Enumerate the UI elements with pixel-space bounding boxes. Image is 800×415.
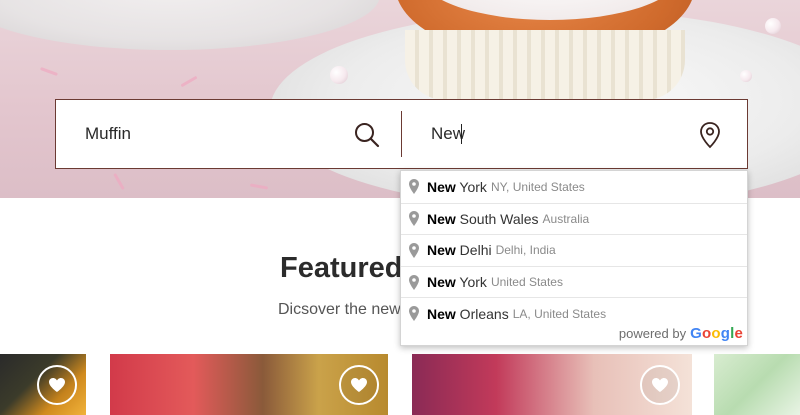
map-marker-icon (409, 242, 419, 258)
suggestion-secondary-text: NY, United States (490, 179, 585, 194)
suggestion-item[interactable]: New York NY, United States (401, 171, 747, 203)
sprinkle-decoration (180, 75, 198, 88)
heart-icon[interactable] (37, 365, 77, 405)
location-suggestions-dropdown: New York NY, United States New South Wal… (400, 170, 748, 346)
cupcake-wrapper-image (405, 30, 685, 100)
sprinkle-decoration (113, 172, 125, 191)
search-bar (55, 99, 748, 169)
heart-icon[interactable] (640, 365, 680, 405)
location-input[interactable] (431, 119, 671, 149)
keyword-field (56, 100, 401, 168)
suggestion-item[interactable]: New York United States (401, 265, 747, 298)
suggestion-main-text: New Delhi (427, 242, 492, 259)
suggestion-secondary-text: Australia (542, 211, 590, 226)
map-pin-icon[interactable] (695, 120, 725, 150)
search-icon[interactable] (352, 120, 382, 150)
location-field (402, 100, 747, 168)
plate-image (0, 0, 380, 50)
map-marker-icon (409, 274, 419, 290)
featured-card[interactable] (110, 354, 388, 415)
featured-card[interactable] (412, 354, 692, 415)
sprinkle-decoration (40, 67, 58, 76)
powered-by-google: powered by Google (619, 325, 743, 342)
featured-card[interactable] (714, 354, 800, 415)
featured-card[interactable] (0, 354, 86, 415)
map-marker-icon (409, 306, 419, 322)
suggestion-main-text: New York (427, 178, 487, 195)
suggestion-secondary-text: Delhi, India (495, 243, 556, 258)
suggestion-item[interactable]: New Delhi Delhi, India (401, 234, 747, 266)
suggestion-main-text: New York (427, 274, 487, 291)
map-marker-icon (409, 179, 419, 195)
sprinkle-decoration (249, 183, 269, 190)
suggestion-secondary-text: United States (490, 275, 563, 290)
suggestion-secondary-text: LA, United States (512, 306, 607, 321)
featured-heading: Featured (280, 252, 400, 284)
suggestion-item[interactable]: New South Wales Australia (401, 202, 747, 235)
pearl-decoration (330, 66, 348, 84)
keyword-input[interactable] (85, 119, 325, 149)
pearl-decoration (740, 70, 752, 82)
featured-subtitle: Dicsover the new (278, 301, 400, 318)
pearl-decoration (765, 18, 781, 34)
map-marker-icon (409, 211, 419, 227)
heart-icon[interactable] (339, 365, 379, 405)
google-logo: Google (690, 325, 743, 342)
text-cursor (461, 124, 462, 144)
suggestion-main-text: New South Wales (427, 210, 539, 227)
powered-by-label: powered by (618, 326, 687, 341)
suggestion-main-text: New Orleans (427, 305, 509, 322)
